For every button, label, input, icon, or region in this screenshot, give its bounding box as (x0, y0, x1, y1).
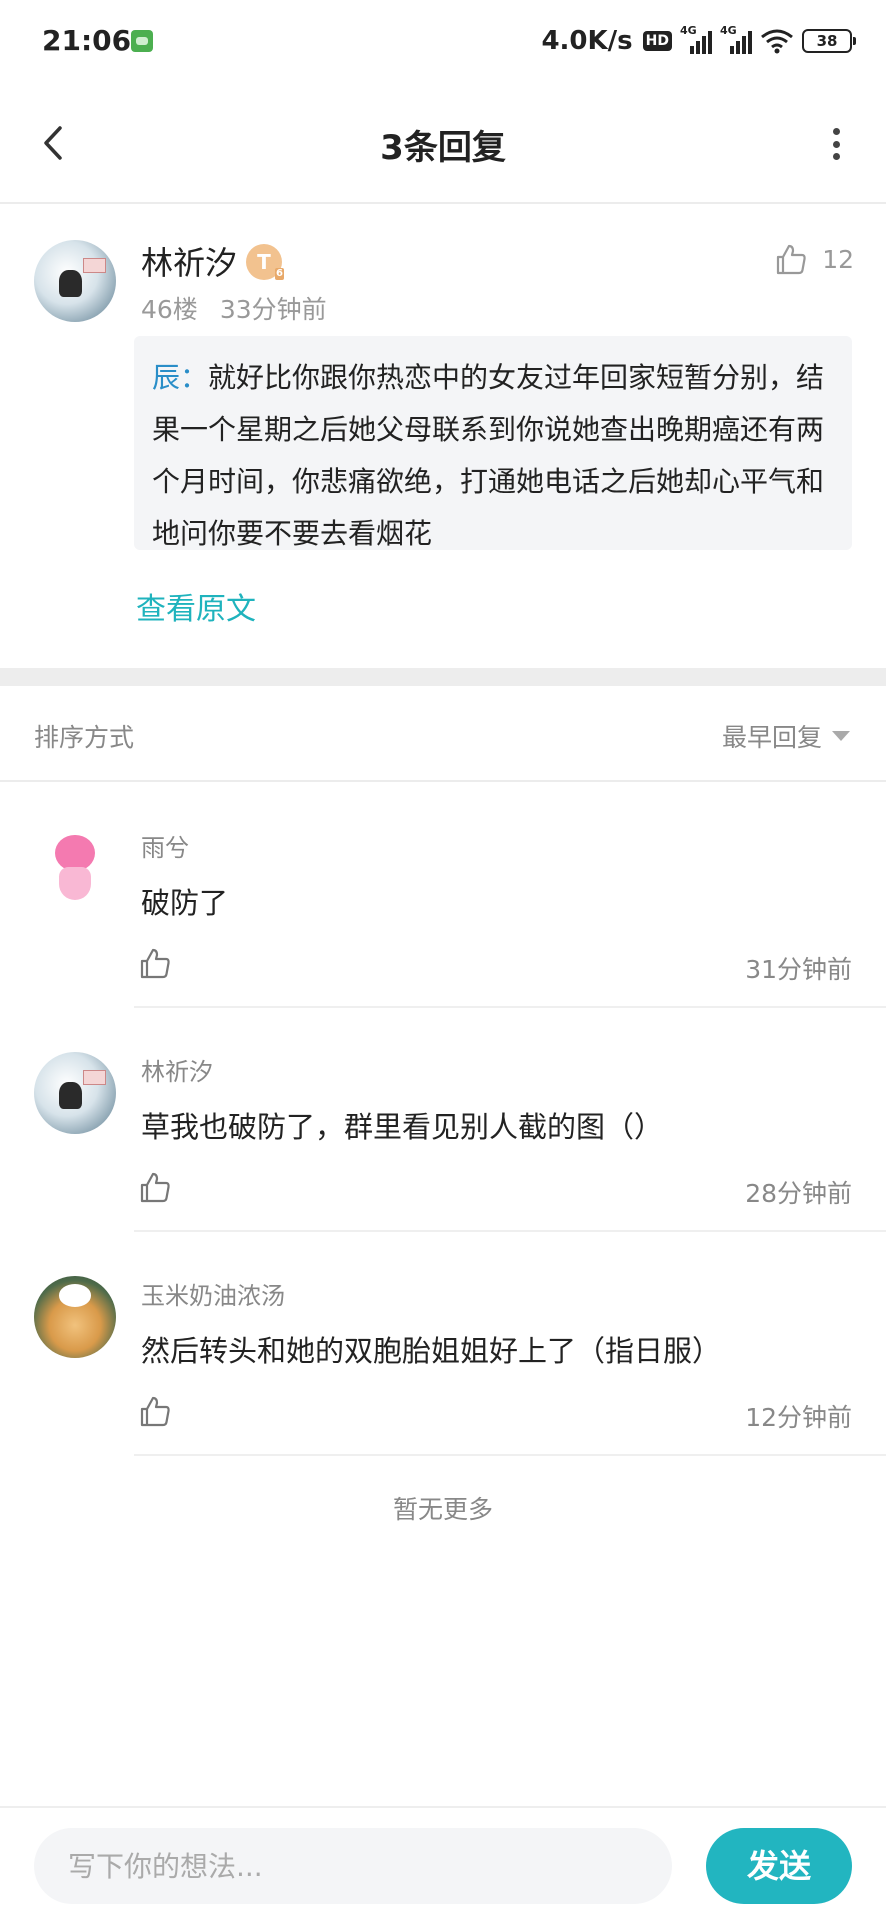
reply-author[interactable]: 玉米奶油浓汤 (141, 1276, 285, 1311)
sort-bar: 排序方式 最早回复 (0, 686, 886, 782)
status-bar: 21:06 4.0K/s HD 4G 4G 38 (0, 0, 886, 84)
reply-text: 草我也破防了，群里看见别人截的图（） (141, 1110, 664, 1144)
avatar[interactable] (34, 1052, 116, 1134)
reply-item: 玉米奶油浓汤 然后转头和她的双胞胎姐姐好上了（指日服） 12分钟前 (0, 1232, 886, 1456)
signal-icon: 4G (680, 24, 712, 54)
signal-icon: 4G (720, 24, 752, 54)
no-more-label: 暂无更多 (392, 1495, 493, 1524)
caret-down-icon (832, 731, 850, 741)
top-nav-bar: 3条回复 (0, 84, 886, 204)
page-title: 3条回复 (380, 128, 506, 168)
more-options-button[interactable] (826, 124, 846, 164)
reply-text: 破防了 (141, 886, 229, 920)
avatar[interactable] (34, 828, 116, 910)
level-badge-sub: 6 (275, 268, 284, 280)
floor-number: 46楼 (141, 295, 198, 324)
wifi-icon (760, 28, 794, 54)
like-button[interactable] (138, 1170, 172, 1204)
reply-item: 林祈汐 草我也破防了，群里看见别人截的图（） 28分钟前 (0, 1008, 886, 1232)
level-badge-label: T (257, 250, 271, 274)
reply-item: 雨兮 破防了 31分钟前 (0, 784, 886, 1008)
reply-author[interactable]: 林祈汐 (141, 1052, 213, 1087)
reply-author[interactable]: 雨兮 (141, 828, 189, 863)
sort-label: 排序方式 (34, 723, 135, 752)
view-original-link[interactable]: 查看原文 (136, 584, 256, 628)
send-button[interactable]: 发送 (706, 1828, 852, 1904)
reply-text: 然后转头和她的双胞胎姐姐好上了（指日服） (141, 1334, 722, 1368)
like-button[interactable] (138, 946, 172, 980)
comment-input[interactable] (34, 1828, 672, 1904)
avatar[interactable] (34, 240, 116, 322)
quoted-author[interactable]: 辰： (152, 361, 208, 394)
hd-icon: HD (642, 31, 672, 51)
reply-time: 28分钟前 (745, 1179, 852, 1208)
like-button[interactable]: 12 (774, 242, 854, 276)
section-divider (0, 668, 886, 686)
more-vertical-icon (832, 128, 840, 135)
comment-composer: 发送 (0, 1806, 886, 1920)
status-time: 21:06 (42, 24, 132, 57)
thumbs-up-icon (140, 948, 170, 979)
level-badge-icon: T6 (246, 244, 284, 280)
signal-label: 4G (680, 24, 697, 37)
comment-author[interactable]: 林祈汐 (141, 238, 237, 284)
quoted-text: 就好比你跟你热恋中的女友过年回家短暂分别，结果一个星期之后她父母联系到你说她查出… (152, 361, 825, 550)
sort-selected: 最早回复 (721, 723, 822, 752)
like-count: 12 (822, 244, 854, 274)
thumbs-up-icon (140, 1172, 170, 1203)
thumbs-up-icon (140, 1396, 170, 1427)
comment-time: 33分钟前 (219, 295, 327, 324)
sort-dropdown[interactable]: 最早回复 (722, 718, 850, 754)
status-icons: 4.0K/s HD 4G 4G 38 (541, 22, 856, 60)
thumbs-up-icon (777, 244, 806, 275)
network-speed: 4.0K/s (541, 26, 633, 56)
reply-time: 12分钟前 (745, 1403, 852, 1432)
comment-meta: 46楼 33分钟前 (141, 290, 327, 326)
signal-label: 4G (720, 24, 737, 37)
battery-icon: 38 (802, 29, 856, 53)
like-button[interactable] (138, 1394, 172, 1428)
original-comment: 林祈汐 T6 46楼 33分钟前 12 辰：就好比你跟你热恋中的女友过年回家短暂分… (0, 206, 886, 668)
reply-time: 31分钟前 (745, 955, 852, 984)
avatar[interactable] (34, 1276, 116, 1358)
app-notification-icon (131, 30, 153, 52)
divider (134, 1454, 886, 1456)
quoted-reply: 辰：就好比你跟你热恋中的女友过年回家短暂分别，结果一个星期之后她父母联系到你说她… (134, 336, 852, 550)
